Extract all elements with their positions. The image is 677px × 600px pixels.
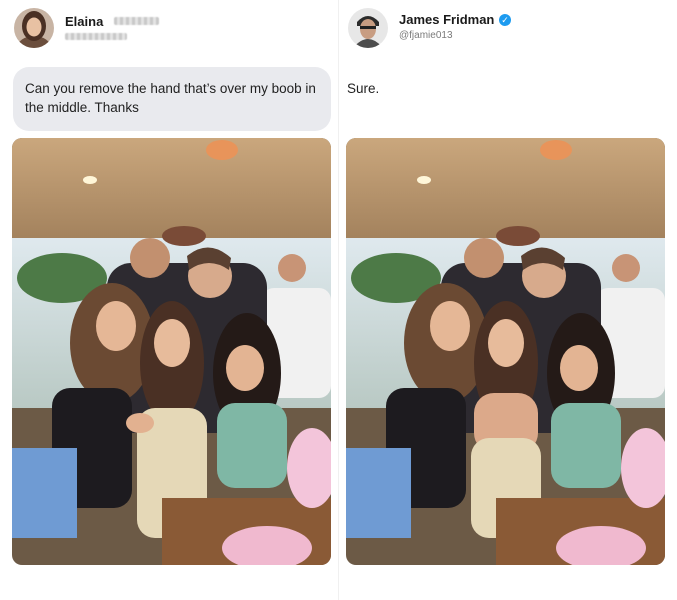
- obscured-handle: [65, 33, 127, 40]
- group-photo-icon: [12, 138, 331, 565]
- reply-message-text: Sure.: [347, 81, 380, 96]
- obscured-surname: [114, 17, 159, 25]
- request-message-text: Can you remove the hand that’s over my b…: [25, 81, 316, 115]
- request-column: Elaina Can you remove the hand that’s ov…: [0, 0, 338, 600]
- request-message-bubble: Can you remove the hand that’s over my b…: [13, 67, 331, 131]
- james-fridman-name[interactable]: James Fridman: [399, 12, 494, 27]
- james-fridman-avatar[interactable]: [348, 8, 388, 48]
- reply-column: James Fridman ✓ @fjamie013 Sure.: [339, 0, 677, 600]
- elaina-avatar[interactable]: [14, 8, 54, 48]
- edited-photo[interactable]: [346, 138, 665, 565]
- elaina-name[interactable]: Elaina: [65, 14, 103, 29]
- reply-message: Sure.: [347, 81, 379, 96]
- original-photo[interactable]: [12, 138, 331, 565]
- verified-badge-icon: ✓: [499, 14, 511, 26]
- james-fridman-handle[interactable]: @fjamie013: [399, 30, 453, 41]
- edited-group-photo-icon: [346, 138, 665, 565]
